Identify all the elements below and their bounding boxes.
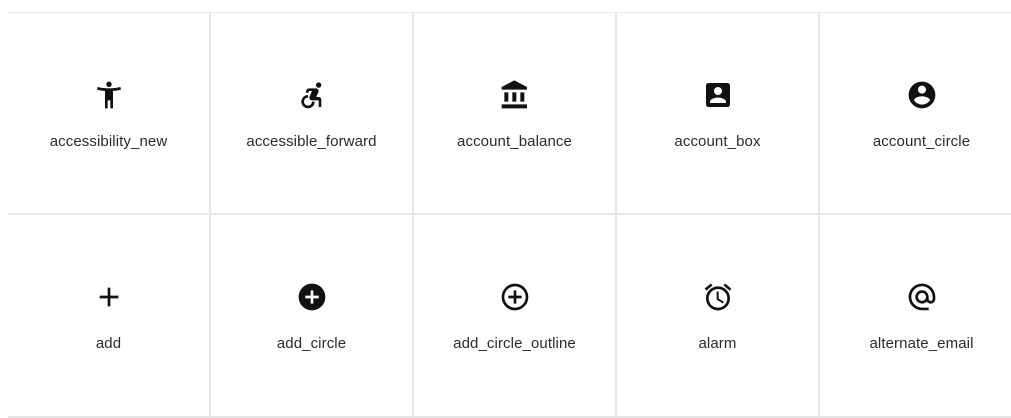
account-circle-icon (906, 79, 938, 111)
icon-tile-account-circle[interactable]: account_circle (820, 12, 1011, 215)
icon-label: account_circle (872, 133, 971, 150)
icon-tile-account-balance[interactable]: account_balance (414, 12, 617, 215)
icon-tile-account-box[interactable]: account_box (617, 12, 820, 215)
add-icon (93, 281, 125, 313)
icon-label: accessibility_new (49, 133, 168, 150)
icon-label: accessible_forward (246, 133, 377, 150)
icon-label: add_circle_outline (453, 335, 576, 352)
icon-tile-add[interactable]: add (8, 215, 211, 418)
icon-label: add (95, 335, 122, 352)
icon-tile-accessible-forward[interactable]: accessible_forward (211, 12, 414, 215)
icon-tile-add-circle-outline[interactable]: add_circle_outline (414, 215, 617, 418)
icon-label: alternate_email (869, 335, 974, 352)
accessible-forward-icon (296, 79, 328, 111)
accessibility-new-icon (93, 79, 125, 111)
icon-tile-add-circle[interactable]: add_circle (211, 215, 414, 418)
account-box-icon (702, 79, 734, 111)
icon-tile-accessibility-new[interactable]: accessibility_new (8, 12, 211, 215)
alarm-icon (702, 281, 734, 313)
add-circle-icon (296, 281, 328, 313)
icon-label: account_balance (457, 133, 572, 150)
icon-label: account_box (674, 133, 761, 150)
icon-tile-alternate-email[interactable]: alternate_email (820, 215, 1011, 418)
icon-tile-alarm[interactable]: alarm (617, 215, 820, 418)
add-circle-outline-icon (499, 281, 531, 313)
icon-label: alarm (698, 335, 737, 352)
alternate-email-icon (906, 281, 938, 313)
icon-label: add_circle (276, 335, 347, 352)
account-balance-icon (499, 79, 531, 111)
icon-grid: accessibility_new accessible_forward acc… (8, 12, 1011, 418)
